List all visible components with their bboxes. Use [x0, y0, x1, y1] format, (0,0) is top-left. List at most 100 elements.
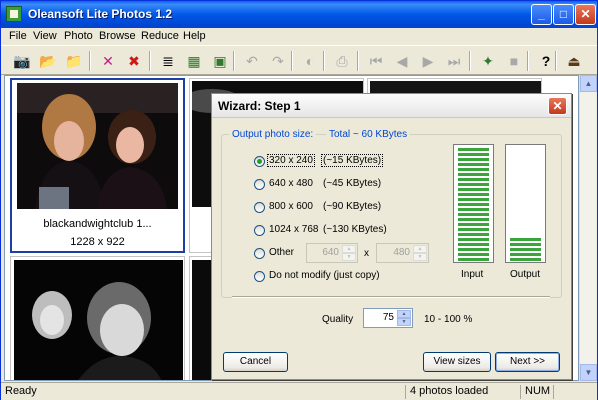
help-icon[interactable]: ?: [535, 50, 557, 72]
thumbnail-item[interactable]: blackandwightclub 1... 1228 x 922: [10, 78, 185, 253]
radio-other[interactable]: [254, 248, 265, 259]
exit-icon[interactable]: ⏏: [563, 50, 585, 72]
rotate-right-icon[interactable]: ↷: [267, 50, 289, 72]
radio-do-not-modify[interactable]: [254, 271, 265, 282]
menu-help[interactable]: Help: [183, 30, 206, 42]
radio-640x480[interactable]: [254, 179, 265, 190]
level-line: [458, 213, 489, 216]
toolbar-separator: [555, 51, 557, 71]
radio-label[interactable]: 800 x 600: [269, 201, 313, 212]
level-line: [458, 183, 489, 186]
new-folder-icon[interactable]: 📁: [63, 50, 85, 72]
output-size-bar: [505, 144, 546, 263]
minimize-button[interactable]: _: [531, 4, 552, 25]
radio-label[interactable]: 1024 x 768: [269, 224, 319, 235]
photo-thumbnail: [17, 83, 178, 209]
spin-up-arrow-icon: ▲: [342, 245, 356, 253]
other-width-value: 640: [322, 247, 339, 258]
menu-photo[interactable]: Photo: [64, 30, 93, 42]
level-line: [458, 243, 489, 246]
level-line: [458, 158, 489, 161]
contrast-icon[interactable]: ◐: [299, 50, 321, 72]
other-width-stepper: 640 ▲ ▼: [306, 243, 358, 263]
level-line: [458, 238, 489, 241]
rotate-left-icon[interactable]: ↶: [241, 50, 263, 72]
close-button[interactable]: ✕: [575, 4, 596, 25]
thumbnail-view-icon[interactable]: ▦: [183, 50, 205, 72]
level-line: [458, 248, 489, 251]
other-height-stepper: 480 ▲ ▼: [376, 243, 429, 263]
toolbar-separator: [469, 51, 471, 71]
group-label: Output photo size:: [229, 129, 317, 140]
large-thumbnail-icon[interactable]: ▣: [209, 50, 231, 72]
level-line: [458, 188, 489, 191]
list-view-icon[interactable]: ≣: [157, 50, 179, 72]
radio-320x240[interactable]: [254, 156, 265, 167]
menu-bar: File View Photo Browse Reduce Help: [1, 28, 597, 45]
dialog-close-button[interactable]: ✕: [548, 97, 567, 115]
last-icon[interactable]: ⏭: [443, 50, 465, 72]
radio-800x600[interactable]: [254, 202, 265, 213]
times-label: x: [364, 248, 369, 259]
view-sizes-button[interactable]: View sizes: [423, 352, 491, 372]
radio-label[interactable]: 320 x 240: [267, 154, 315, 167]
radio-size-estimate: (~15 KBytes): [320, 154, 384, 167]
other-height-value: 480: [393, 247, 410, 258]
camera-icon[interactable]: 📷: [11, 50, 33, 72]
prev-icon[interactable]: ◀: [391, 50, 413, 72]
menu-reduce[interactable]: Reduce: [141, 30, 179, 42]
radio-size-estimate: (~45 KBytes): [323, 178, 382, 189]
spin-down-arrow-icon[interactable]: ▼: [397, 318, 411, 326]
scroll-down-arrow-icon[interactable]: ▼: [580, 364, 597, 381]
vertical-scrollbar[interactable]: ▲ ▼: [579, 75, 597, 381]
status-text: Ready: [5, 385, 37, 397]
level-line: [458, 168, 489, 171]
scroll-up-arrow-icon[interactable]: ▲: [580, 75, 597, 92]
delete-icon[interactable]: ✖: [123, 50, 145, 72]
spin-up-arrow-icon: ▲: [413, 245, 427, 253]
maximize-button[interactable]: □: [553, 4, 574, 25]
print-icon[interactable]: ⎙: [331, 50, 353, 72]
next-button[interactable]: Next >>: [495, 352, 560, 372]
toolbar-separator: [291, 51, 293, 71]
wizard-icon[interactable]: ✦: [477, 50, 499, 72]
level-line: [458, 153, 489, 156]
dialog-title-bar[interactable]: Wizard: Step 1 ✕: [212, 94, 571, 118]
toolbar-separator: [527, 51, 529, 71]
first-icon[interactable]: ⏮: [365, 50, 387, 72]
radio-label[interactable]: 640 x 480: [269, 178, 313, 189]
total-size-label: Total ~ 60 KBytes: [326, 129, 411, 140]
radio-1024x768[interactable]: [254, 225, 265, 236]
level-line: [510, 243, 541, 246]
menu-browse[interactable]: Browse: [99, 30, 136, 42]
radio-label[interactable]: Do not modify (just copy): [269, 270, 380, 281]
toolbar-separator: [89, 51, 91, 71]
quality-stepper[interactable]: 75 ▲ ▼: [363, 308, 413, 328]
level-line: [458, 218, 489, 221]
title-bar[interactable]: Oleansoft Lite Photos 1.2 _ □ ✕: [1, 1, 597, 28]
cancel-button[interactable]: Cancel: [223, 352, 288, 372]
spin-up-arrow-icon[interactable]: ▲: [397, 310, 411, 318]
menu-file[interactable]: File: [9, 30, 27, 42]
stop-icon[interactable]: ■: [503, 50, 525, 72]
level-line: [458, 163, 489, 166]
toolbar-separator: [149, 51, 151, 71]
quality-value[interactable]: 75: [383, 312, 394, 323]
status-bar: Ready 4 photos loaded NUM: [1, 382, 597, 400]
radio-label[interactable]: Other: [269, 247, 294, 258]
level-line: [458, 203, 489, 206]
dialog-title: Wizard: Step 1: [218, 99, 301, 113]
level-line: [458, 258, 489, 261]
quality-range: 10 - 100 %: [424, 314, 473, 325]
menu-view[interactable]: View: [33, 30, 57, 42]
status-divider: [405, 385, 406, 399]
app-icon: [6, 6, 22, 22]
next-icon[interactable]: ▶: [417, 50, 439, 72]
thumbnail-item[interactable]: [10, 256, 185, 380]
spin-down-arrow-icon: ▼: [342, 253, 356, 261]
open-folder-icon[interactable]: 📂: [37, 50, 59, 72]
level-line: [458, 253, 489, 256]
level-line: [458, 178, 489, 181]
level-line: [458, 228, 489, 231]
deselect-icon[interactable]: ✕: [97, 50, 119, 72]
